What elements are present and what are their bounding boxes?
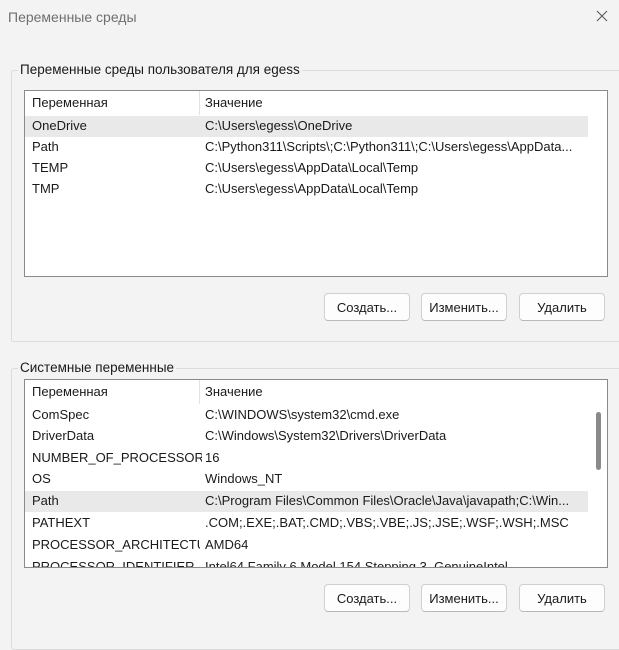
- variable-value: 16: [205, 450, 220, 465]
- user-variables-list-header: Переменная Значение: [25, 91, 607, 115]
- close-button[interactable]: [585, 0, 619, 32]
- column-separator[interactable]: [199, 380, 200, 404]
- system-variables-list-header: Переменная Значение: [25, 380, 607, 404]
- variable-value: Windows_NT: [205, 471, 283, 486]
- table-row[interactable]: PROCESSOR_IDENTIFIER Intel64 Family 6 Mo…: [25, 557, 588, 568]
- variable-name: TMP: [32, 181, 60, 196]
- user-variables-list[interactable]: Переменная Значение OneDrive C:\Users\eg…: [24, 90, 608, 277]
- column-header-variable[interactable]: Переменная: [32, 95, 108, 110]
- table-row[interactable]: OS Windows_NT: [25, 469, 588, 490]
- system-variables-list[interactable]: Переменная Значение ComSpec C:\WINDOWS\s…: [24, 379, 608, 568]
- table-row[interactable]: ComSpec C:\WINDOWS\system32\cmd.exe: [25, 405, 588, 426]
- variable-value: Intel64 Family 6 Model 154 Stepping 3, G…: [205, 559, 508, 568]
- variable-value: .COM;.EXE;.BAT;.CMD;.VBS;.VBE;.JS;.JSE;.…: [205, 515, 569, 530]
- column-header-variable[interactable]: Переменная: [32, 384, 108, 399]
- variable-name: PROCESSOR_ARCHITECTU...: [32, 537, 200, 552]
- variable-value: C:\Users\egess\AppData\Local\Temp: [205, 181, 419, 196]
- table-row[interactable]: TEMP C:\Users\egess\AppData\Local\Temp: [25, 158, 588, 179]
- window-title: Переменные среды: [8, 9, 137, 25]
- title-bar: Переменные среды: [0, 0, 619, 34]
- variable-name: ComSpec: [32, 407, 90, 422]
- table-row[interactable]: TMP C:\Users\egess\AppData\Local\Temp: [25, 179, 588, 200]
- system-variables-group: Системные переменные Переменная Значение…: [11, 360, 619, 650]
- column-separator[interactable]: [199, 91, 200, 115]
- user-variables-group: Переменные среды пользователя для egess …: [11, 62, 619, 342]
- variable-name: DriverData: [32, 428, 95, 443]
- column-header-value[interactable]: Значение: [205, 384, 263, 399]
- variable-value: C:\WINDOWS\system32\cmd.exe: [205, 407, 400, 422]
- system-variables-group-label: Системные переменные: [18, 360, 177, 375]
- variable-value: AMD64: [205, 537, 249, 552]
- user-create-button[interactable]: Создать...: [324, 293, 410, 321]
- variable-value: C:\Program Files\Common Files\Oracle\Jav…: [205, 493, 570, 508]
- user-edit-button[interactable]: Изменить...: [421, 293, 507, 321]
- variable-name: OneDrive: [32, 118, 87, 133]
- table-row[interactable]: NUMBER_OF_PROCESSORS 16: [25, 448, 588, 469]
- variable-value: C:\Windows\System32\Drivers\DriverData: [205, 428, 447, 443]
- variable-value: C:\Python311\Scripts\;C:\Python311\;C:\U…: [205, 139, 573, 154]
- variable-name: NUMBER_OF_PROCESSORS: [32, 450, 202, 465]
- scrollbar[interactable]: [596, 412, 601, 470]
- system-create-button[interactable]: Создать...: [324, 584, 410, 612]
- table-row[interactable]: OneDrive C:\Users\egess\OneDrive: [25, 116, 588, 137]
- system-edit-button[interactable]: Изменить...: [421, 584, 507, 612]
- variable-value: C:\Users\egess\AppData\Local\Temp: [205, 160, 419, 175]
- table-row[interactable]: Path C:\Python311\Scripts\;C:\Python311\…: [25, 137, 588, 158]
- variable-name: PATHEXT: [32, 515, 91, 530]
- variable-name: OS: [32, 471, 51, 486]
- variable-value: C:\Users\egess\OneDrive: [205, 118, 353, 133]
- user-delete-button[interactable]: Удалить: [519, 293, 605, 321]
- variable-name: TEMP: [32, 160, 69, 175]
- variable-name: Path: [32, 493, 59, 508]
- table-row[interactable]: PROCESSOR_ARCHITECTU... AMD64: [25, 535, 588, 556]
- table-row[interactable]: DriverData C:\Windows\System32\Drivers\D…: [25, 426, 588, 447]
- column-header-value[interactable]: Значение: [205, 95, 263, 110]
- table-row[interactable]: Path C:\Program Files\Common Files\Oracl…: [25, 491, 588, 512]
- variable-name: Path: [32, 139, 59, 154]
- system-delete-button[interactable]: Удалить: [519, 584, 605, 612]
- variable-name: PROCESSOR_IDENTIFIER: [32, 559, 195, 568]
- user-variables-group-label: Переменные среды пользователя для egess: [18, 62, 302, 77]
- close-icon: [596, 10, 608, 22]
- table-row[interactable]: PATHEXT .COM;.EXE;.BAT;.CMD;.VBS;.VBE;.J…: [25, 513, 588, 534]
